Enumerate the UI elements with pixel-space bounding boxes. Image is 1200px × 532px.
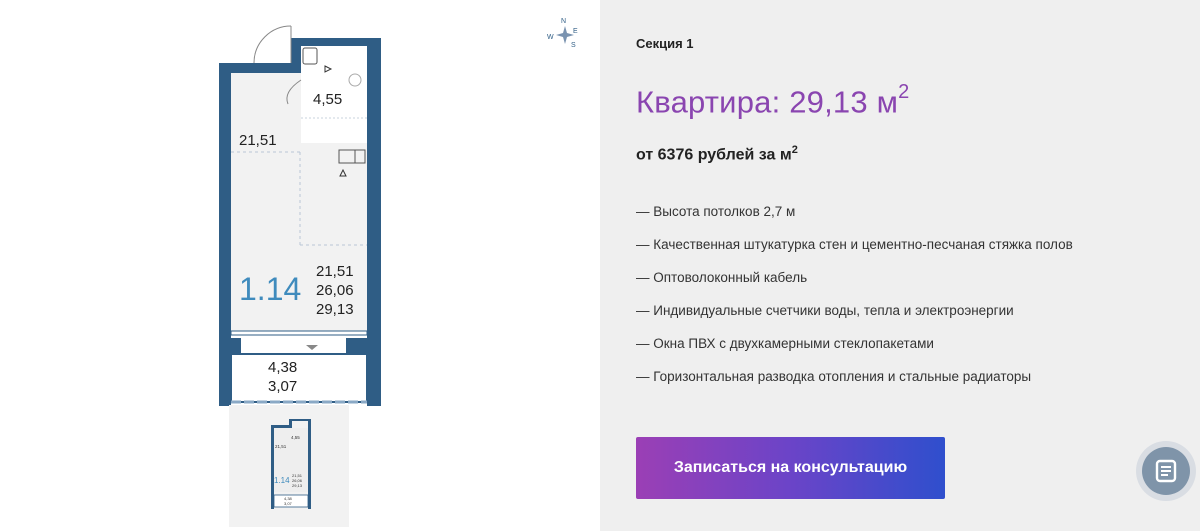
total-with-balcony: 29,13 <box>316 301 354 318</box>
feature-item: — Качественная штукатурка стен и цементн… <box>636 237 1073 252</box>
thumb-bath-area: 4,55 <box>291 435 300 440</box>
room-area-label: 21,51 <box>239 132 277 149</box>
bath-area-label: 4,55 <box>313 91 342 108</box>
thumb-room-area: 21,51 <box>275 444 287 449</box>
apartment-number: 1.14 <box>239 271 301 307</box>
wall-top-left <box>219 63 294 73</box>
total-general: 26,06 <box>316 282 354 299</box>
features-list: — Высота потолков 2,7 м — Качественная ш… <box>636 202 1073 400</box>
thumb-apt-number: 1.14 <box>274 476 290 485</box>
section-label: Секция 1 <box>636 36 694 51</box>
balcony-reduced-area: 3,07 <box>268 378 297 395</box>
feature-item: — Высота потолков 2,7 м <box>636 204 796 219</box>
floorplan-panel: N E W S 4,55 21,51 1.14 21,51 26,06 29,1… <box>0 0 600 531</box>
consultation-button[interactable]: Записаться на консультацию <box>636 437 945 499</box>
apartment-floorplan: 4,55 21,51 1.14 21,51 26,06 29,13 4,38 3… <box>219 25 381 406</box>
balcony-area: 4,38 <box>268 359 297 376</box>
feature-item: — Горизонтальная разводка отопления и ст… <box>636 369 1032 384</box>
feature-item: — Оптоволоконный кабель <box>636 270 808 285</box>
apartment-title-sup: 2 <box>898 81 910 103</box>
thumb-balcony-2: 3,07 <box>284 501 293 506</box>
price-per-sqm: от 6376 рублей за м2 <box>636 144 798 164</box>
document-chat-icon <box>1155 459 1177 483</box>
feature-item: — Окна ПВХ с двухкамерными стеклопакетам… <box>636 336 934 351</box>
price-sup: 2 <box>791 144 798 156</box>
total-living: 21,51 <box>316 263 354 280</box>
thumb-total-3: 29,13 <box>292 483 303 488</box>
apartment-title: Квартира: 29,13 м2 <box>636 81 910 120</box>
price-text: от 6376 рублей за м <box>636 146 792 164</box>
apartment-title-text: Квартира: 29,13 м <box>636 84 899 120</box>
chat-widget-inner <box>1142 447 1190 495</box>
floorplan-thumbnail[interactable]: 4,55 21,51 1.14 21,51 26,06 29,13 4,38 3… <box>229 405 349 527</box>
chat-widget-button[interactable] <box>1136 441 1196 501</box>
feature-item: — Индивидуальные счетчики воды, тепла и … <box>636 303 1014 318</box>
